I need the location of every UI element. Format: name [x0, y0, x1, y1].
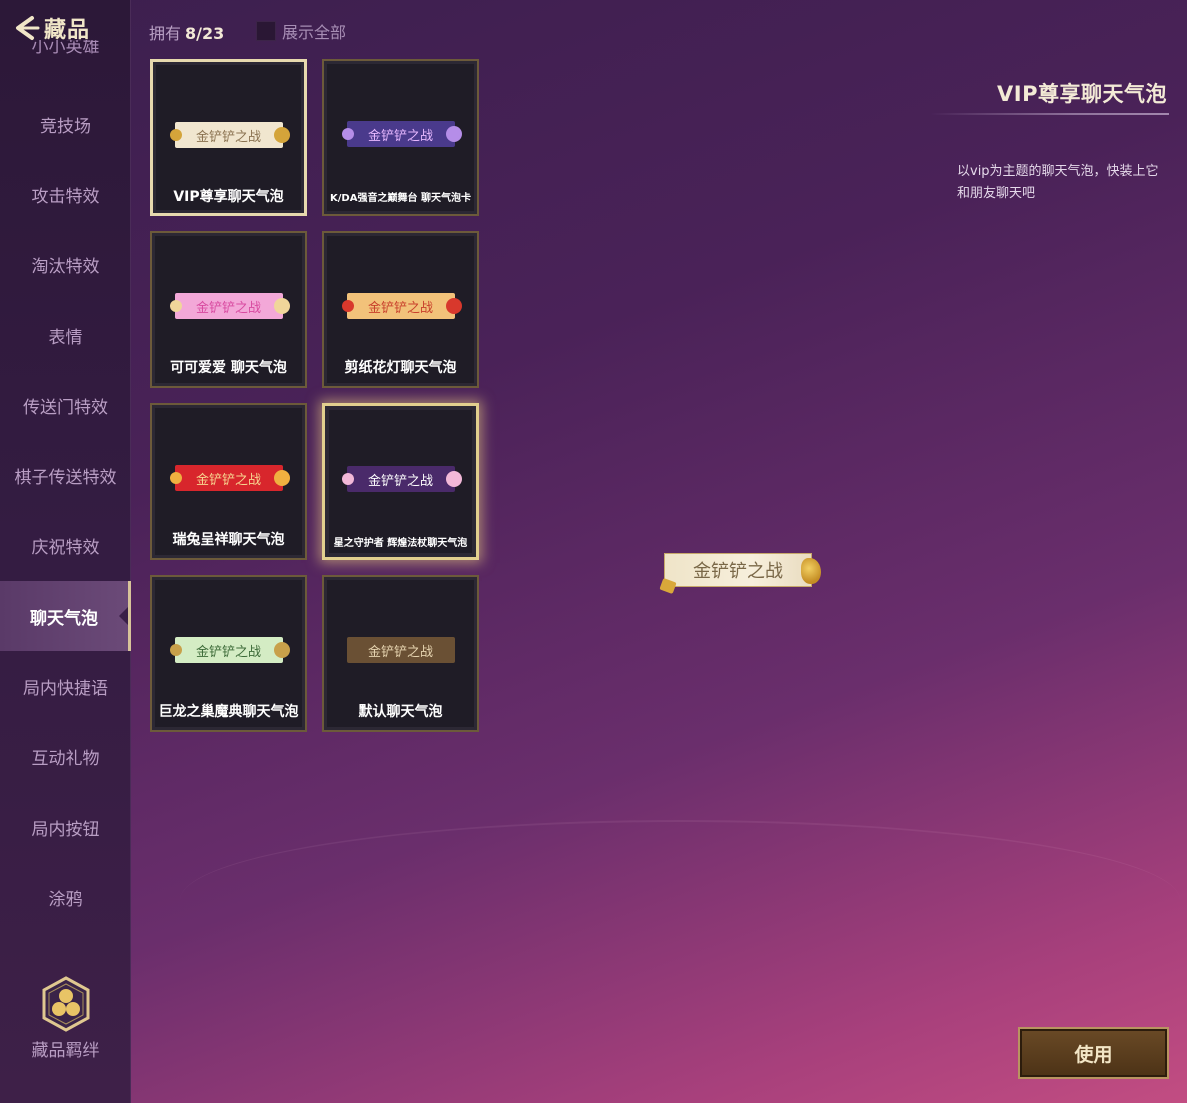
owned-count: 8/23 [185, 24, 225, 43]
bubble-card[interactable]: 金铲铲之战 K/DA强音之巅舞台 聊天气泡卡 [322, 59, 479, 216]
sidebar-item-label: 互动礼物 [31, 749, 100, 770]
bubble-ornament-icon [169, 129, 182, 141]
bubble-sample-text: 金铲铲之战 [367, 300, 433, 316]
bubble-card[interactable]: 金铲铲之战剪纸花灯聊天气泡 [322, 231, 479, 388]
bubble-sample: 金铲铲之战 [169, 122, 290, 148]
bubble-preview: 金铲铲之战 [659, 553, 821, 595]
bubble-sample-text: 金铲铲之战 [367, 473, 433, 489]
bubble-sample-text: 金铲铲之战 [195, 300, 261, 316]
use-button[interactable]: 使用 [1018, 1027, 1169, 1079]
bubble-sample: 金铲铲之战 [346, 637, 455, 663]
bubble-card[interactable]: 金铲铲之战默认聊天气泡 [322, 575, 479, 732]
bubble-card-name: 瑞兔呈祥聊天气泡 [172, 532, 285, 548]
owned-counter: 拥有 8/23 [149, 20, 224, 44]
bubble-card-name: VIP尊享聊天气泡 [173, 189, 284, 205]
sidebar-item-2[interactable]: 淘汰特效 [0, 230, 131, 300]
bubble-sample: 金铲铲之战 [341, 121, 462, 147]
sidebar-item-label: 聊天气泡 [30, 608, 98, 629]
bubble-ornament-icon [273, 642, 290, 658]
bubble-card-name: 默认聊天气泡 [358, 704, 443, 720]
bubble-ornament-icon [169, 644, 182, 656]
bubble-sample-text: 金铲铲之战 [195, 129, 261, 145]
bubble-ornament-icon [445, 298, 462, 314]
sidebar-item-label: 竞技场 [40, 116, 91, 137]
sidebar-item-label: 棋子传送特效 [14, 468, 117, 489]
sidebar-item-6[interactable]: 庆祝特效 [0, 511, 131, 581]
show-all-label: 展示全部 [282, 23, 347, 42]
sidebar-item-label: 庆祝特效 [31, 538, 100, 559]
hexagon-bond-icon [42, 976, 89, 1032]
sidebar-item-0[interactable]: 竞技场 [0, 89, 131, 159]
bubble-sample-text: 金铲铲之战 [367, 644, 433, 660]
bubble-ornament-icon [273, 127, 290, 143]
sidebar-item-1[interactable]: 攻击特效 [0, 159, 131, 229]
bubble-ornament-icon [445, 126, 462, 142]
bubble-ornament-icon [169, 300, 182, 312]
sidebar-item-cut[interactable]: 小小英雄 [0, 40, 131, 62]
detail-description: 以vip为主题的聊天气泡，快装上它和朋友聊天吧 [957, 164, 1159, 201]
gold-crest-icon [801, 558, 821, 584]
preview-text: 金铲铲之战 [693, 561, 783, 582]
sidebar-item-3[interactable]: 表情 [0, 300, 131, 370]
collection-bond-button[interactable]: 藏品羁绊 [0, 976, 131, 1061]
sidebar-nav: 竞技场攻击特效淘汰特效表情传送门特效棋子传送特效 庆祝特效聊天气泡局内快捷语互动礼… [0, 89, 131, 933]
sidebar-item-label: 淘汰特效 [31, 257, 100, 278]
sidebar-item-5[interactable]: 棋子传送特效 [0, 440, 131, 510]
active-indicator-icon [119, 607, 128, 626]
sidebar-item-11[interactable]: 涂鸦 [0, 862, 131, 932]
background-swoosh [180, 820, 1180, 980]
bubble-grid: 金铲铲之战 VIP尊享聊天气泡 金铲铲之战 K/DA强音之巅舞台 聊天气泡卡 金铲铲之战… [150, 59, 480, 732]
sidebar-item-9[interactable]: 互动礼物 [0, 722, 131, 792]
back-arrow-icon [16, 16, 40, 40]
owned-label: 拥有 [149, 24, 182, 43]
bubble-card[interactable]: 金铲铲之战可可爱爱 聊天气泡 [150, 231, 307, 388]
detail-divider [930, 113, 1169, 115]
sidebar-item-7[interactable]: 聊天气泡 [0, 581, 131, 652]
bubble-sample-text: 金铲铲之战 [195, 472, 261, 488]
bubble-ornament-icon [273, 298, 290, 314]
bubble-card-name: 可可爱爱 聊天气泡 [170, 360, 287, 376]
bubble-ornament-icon [445, 471, 462, 487]
bond-label: 藏品羁绊 [31, 1041, 100, 1061]
show-all-checkbox[interactable] [256, 21, 276, 41]
bubble-sample: 金铲铲之战 [341, 293, 462, 319]
bubble-card[interactable]: 金铲铲之战瑞兔呈祥聊天气泡 [150, 403, 307, 560]
bubble-sample: 金铲铲之战 [341, 466, 462, 492]
bubble-ornament-icon [341, 128, 354, 140]
sidebar-item-label: 涂鸦 [48, 889, 83, 910]
bubble-card-name: 星之守护者 辉煌法杖聊天气泡 [333, 538, 468, 549]
sidebar-item-10[interactable]: 局内按钮 [0, 792, 131, 862]
sidebar: 藏品 小小英雄 竞技场 攻击特效 淘汰特效 表情 传送门特效 棋子传送特效 庆祝特效 聊天气泡… [0, 0, 131, 1103]
bubble-sample: 金铲铲之战 [169, 465, 290, 491]
sidebar-item-4[interactable]: 传送门特效 [0, 370, 131, 440]
bubble-card[interactable]: 金铲铲之战 VIP尊享聊天气泡 [150, 59, 307, 216]
bubble-card[interactable]: 金铲铲之战星之守护者 辉煌法杖聊天气泡 [322, 403, 479, 560]
sidebar-item-label: 表情 [48, 327, 83, 348]
bubble-card-name: 巨龙之巢魔典聊天气泡 [158, 704, 299, 720]
bubble-sample-text: 金铲铲之战 [195, 644, 261, 660]
bubble-card-name: 剪纸花灯聊天气泡 [344, 360, 457, 376]
bubble-card[interactable]: 金铲铲之战巨龙之巢魔典聊天气泡 [150, 575, 307, 732]
bubble-card-name: K/DA强音之巅舞台 聊天气泡卡 [330, 193, 471, 204]
gold-ornament-icon [659, 577, 677, 595]
sidebar-item-label: 传送门特效 [23, 397, 108, 418]
sidebar-item-label: 局内按钮 [31, 819, 100, 840]
show-all-toggle[interactable]: 展示全部 [256, 19, 346, 43]
bubble-ornament-icon [341, 300, 354, 312]
bubble-ornament-icon [273, 470, 290, 486]
detail-title: VIP尊享聊天气泡 [997, 82, 1167, 106]
sidebar-item-label: 局内快捷语 [23, 679, 108, 700]
bubble-sample-text: 金铲铲之战 [367, 128, 433, 144]
bubble-ornament-icon [169, 472, 182, 484]
sidebar-item-label: 攻击特效 [31, 186, 100, 207]
sidebar-item-8[interactable]: 局内快捷语 [0, 651, 131, 721]
bubble-sample: 金铲铲之战 [169, 293, 290, 319]
bubble-sample: 金铲铲之战 [169, 637, 290, 663]
bubble-ornament-icon [341, 473, 354, 485]
